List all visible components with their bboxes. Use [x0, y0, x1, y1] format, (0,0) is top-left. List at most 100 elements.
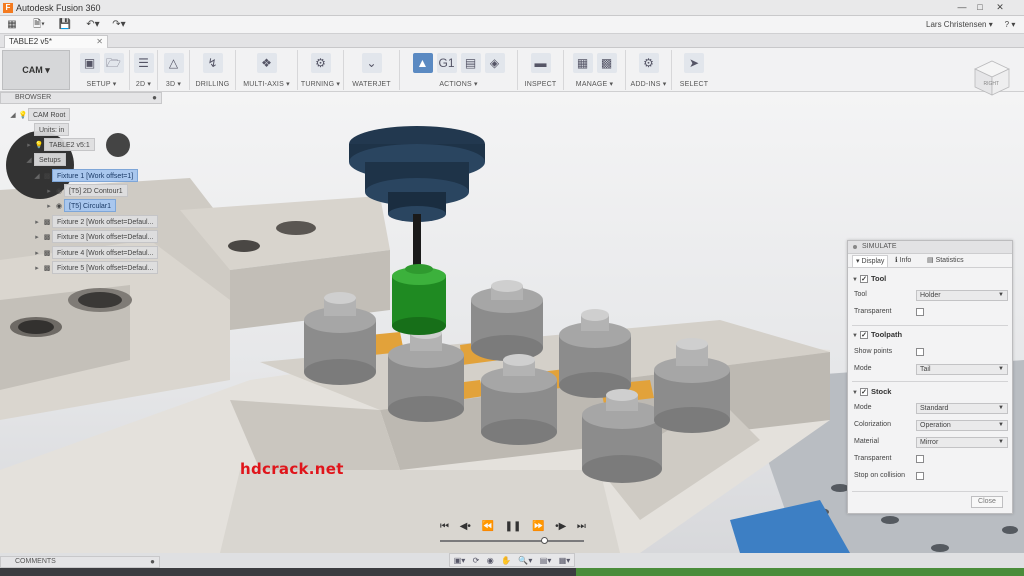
- material-select[interactable]: Mirror ▼: [916, 437, 1008, 448]
- lightbulb-icon[interactable]: 💡: [18, 109, 28, 122]
- tab-table2[interactable]: TABLE2 v5* ✕: [4, 35, 108, 48]
- help-icon[interactable]: ? ▾: [1000, 18, 1020, 32]
- view-settings-icon[interactable]: ▤▾: [540, 556, 552, 565]
- 2d-milling-icon[interactable]: ☰: [133, 53, 154, 73]
- user-menu[interactable]: Lars Christensen ▾: [926, 20, 993, 29]
- turning-group[interactable]: ⚙ TURNING ▾: [298, 50, 344, 90]
- tool-mode-select[interactable]: Holder ▼: [916, 290, 1008, 301]
- tool-transparent-checkbox[interactable]: [916, 308, 924, 316]
- colorization-select[interactable]: Operation ▼: [916, 420, 1008, 431]
- select-group[interactable]: ➤ SELECT: [672, 50, 716, 90]
- simulate-icon[interactable]: ▲: [412, 53, 433, 73]
- 2d-group[interactable]: ☰ 2D ▾: [130, 50, 158, 90]
- timeline-scrubber[interactable]: [540, 537, 548, 544]
- scripts-icon[interactable]: ⚙: [638, 53, 659, 73]
- tree-node-2d-contour[interactable]: ▸ ◉ [T5] 2D Contour1: [44, 184, 128, 197]
- go-to-start-icon[interactable]: ⏮: [440, 521, 449, 532]
- step-forward-icon[interactable]: ⏩: [532, 521, 544, 532]
- tree-node-cam-root[interactable]: ◢ 💡 CAM Root: [8, 108, 71, 122]
- tree-node-model[interactable]: ▸ 💡 TABLE2 v5:1: [24, 138, 95, 151]
- stock-section-header[interactable]: ▼ ✓ Stock: [852, 387, 891, 397]
- tree-node-fixture-3[interactable]: ▸ ▩ Fixture 3 [Work offset=Defaul...: [32, 230, 159, 244]
- orbit-icon[interactable]: ⟳: [473, 556, 480, 565]
- expand-arrow-icon[interactable]: ▸: [32, 216, 42, 229]
- toolpath-mode-select[interactable]: Tail ▼: [916, 364, 1008, 375]
- post-process-icon[interactable]: G1: [436, 53, 457, 73]
- tab-display[interactable]: ▾ Display: [852, 255, 889, 267]
- tree-node-fixture-2[interactable]: ▸ ▩ Fixture 2 [Work offset=Defaul...: [32, 215, 159, 229]
- turning-icon[interactable]: ⚙: [310, 53, 331, 73]
- close-tab-icon[interactable]: ✕: [96, 36, 103, 48]
- grip-icon[interactable]: [853, 245, 857, 249]
- inspect-group[interactable]: ▬ INSPECT: [518, 50, 564, 90]
- tool-section-header[interactable]: ▼ ✓ Tool: [852, 274, 886, 284]
- browser-panel-header[interactable]: BROWSER ●: [0, 92, 162, 104]
- template-icon[interactable]: ▩: [596, 53, 617, 73]
- show-points-checkbox[interactable]: [916, 348, 924, 356]
- collapse-arrow-icon[interactable]: ◢: [8, 109, 18, 122]
- folder-icon[interactable]: 🗁: [103, 53, 124, 73]
- waterjet-icon[interactable]: ⌄: [361, 53, 382, 73]
- lightbulb-icon[interactable]: 💡: [34, 139, 44, 152]
- expand-arrow-icon[interactable]: ▸: [32, 262, 42, 275]
- stock-mode-select[interactable]: Standard ▼: [916, 403, 1008, 414]
- grid-settings-icon[interactable]: ▦▾: [559, 556, 571, 565]
- go-to-end-icon[interactable]: ⏭: [577, 521, 586, 532]
- workspace-switcher[interactable]: CAM ▾: [2, 50, 70, 90]
- pin-icon[interactable]: ●: [152, 93, 157, 103]
- close-icon[interactable]: ✕: [992, 1, 1008, 14]
- comments-panel-header[interactable]: COMMENTS ●: [0, 556, 160, 568]
- expand-arrow-icon[interactable]: ▸: [32, 247, 42, 260]
- stock-transparent-checkbox[interactable]: [916, 455, 924, 463]
- close-button[interactable]: Close: [971, 496, 1003, 508]
- waterjet-group[interactable]: ⌄ WATERJET: [344, 50, 400, 90]
- pan-icon[interactable]: ✋: [501, 556, 511, 565]
- collapse-arrow-icon[interactable]: ▼: [852, 277, 860, 283]
- previous-operation-icon[interactable]: ◀•: [460, 521, 471, 532]
- pause-icon[interactable]: ❚❚: [505, 521, 522, 532]
- stop-on-collision-checkbox[interactable]: [916, 472, 924, 480]
- tab-statistics[interactable]: ▤ Statistics: [924, 255, 967, 267]
- measure-icon[interactable]: ▬: [530, 53, 551, 73]
- drilling-group[interactable]: ↯ DRILLING: [190, 50, 236, 90]
- next-operation-icon[interactable]: •▶: [555, 521, 566, 532]
- simulate-panel-header[interactable]: SIMULATE: [848, 241, 1012, 254]
- minimize-icon[interactable]: —: [954, 1, 970, 14]
- tool-enable-checkbox[interactable]: ✓: [860, 275, 868, 284]
- expand-arrow-icon[interactable]: ▸: [24, 139, 34, 152]
- expand-arrow-icon[interactable]: ▸: [44, 185, 54, 198]
- collapse-arrow-icon[interactable]: ▼: [852, 390, 860, 396]
- manage-group[interactable]: ▦ ▩ MANAGE ▾: [564, 50, 626, 90]
- tree-node-setups[interactable]: ◢ Setups: [24, 153, 66, 166]
- select-cursor-icon[interactable]: ➤: [684, 53, 704, 73]
- tree-node-fixture-5[interactable]: ▸ ▩ Fixture 5 [Work offset=Defaul...: [32, 261, 159, 275]
- expand-arrow-icon[interactable]: ▸: [32, 231, 42, 244]
- collapse-arrow-icon[interactable]: ◢: [32, 170, 42, 183]
- 3d-milling-icon[interactable]: △: [163, 53, 184, 73]
- actions-group[interactable]: ▲ G1 ▤ ◈ ACTIONS ▾: [400, 50, 518, 90]
- setup-group[interactable]: ▣ 🗁 SETUP ▾: [74, 50, 130, 90]
- undo-icon[interactable]: ↶▾: [84, 18, 102, 32]
- playback-timeline[interactable]: [440, 537, 584, 544]
- toolpath-enable-checkbox[interactable]: ✓: [860, 331, 868, 340]
- collapse-arrow-icon[interactable]: ◢: [24, 154, 34, 167]
- file-menu-icon[interactable]: 🗎▾: [30, 18, 48, 32]
- simulate-panel[interactable]: SIMULATE ▾ Display ℹ Info ▤ Statistics ▼…: [847, 240, 1013, 514]
- redo-icon[interactable]: ↷▾: [110, 18, 128, 32]
- display-settings-icon[interactable]: ▣▾: [454, 556, 466, 565]
- 3d-group[interactable]: △ 3D ▾: [158, 50, 190, 90]
- maximize-icon[interactable]: □: [972, 1, 988, 14]
- tree-node-fixture-1[interactable]: ◢ ▩ Fixture 1 [Work offset=1]: [32, 169, 139, 183]
- multi-axis-group[interactable]: ❖ MULTI-AXIS ▾: [236, 50, 298, 90]
- setup-icon[interactable]: ▣: [79, 53, 100, 73]
- stock-enable-checkbox[interactable]: ✓: [860, 388, 868, 397]
- drill-icon[interactable]: ↯: [202, 53, 223, 73]
- generate-icon[interactable]: ◈: [484, 53, 505, 73]
- step-back-icon[interactable]: ⏪: [481, 521, 493, 532]
- pin-icon[interactable]: ●: [150, 557, 155, 567]
- zoom-icon[interactable]: 🔍▾: [518, 556, 532, 565]
- multi-axis-icon[interactable]: ❖: [256, 53, 277, 73]
- collapse-arrow-icon[interactable]: ▼: [852, 333, 860, 339]
- expand-arrow-icon[interactable]: ▸: [44, 200, 54, 213]
- tree-node-circular[interactable]: ▸ ◉ [T5] Circular1: [44, 199, 117, 213]
